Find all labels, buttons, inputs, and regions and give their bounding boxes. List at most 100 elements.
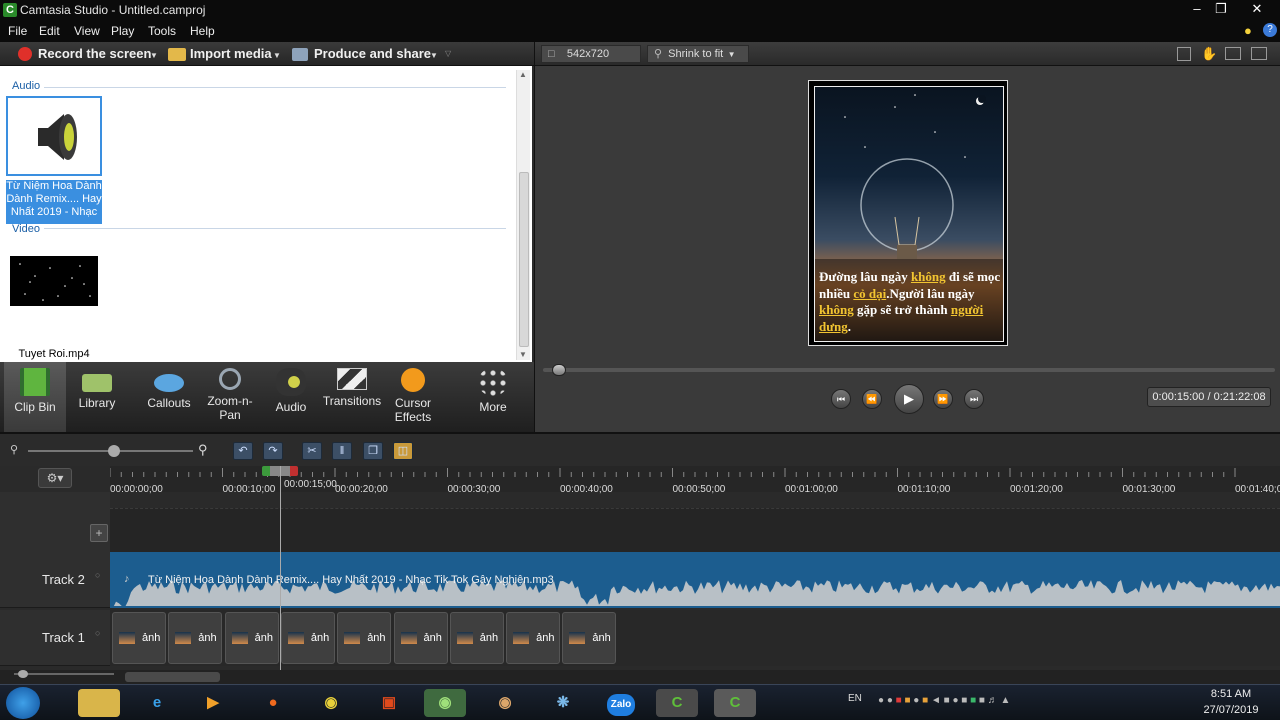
cut-icon[interactable]: ✂ [302,442,322,460]
media-player-icon[interactable]: ▶ [192,689,234,717]
menu-play[interactable]: Play [111,24,134,38]
foxit-icon[interactable]: ▣ [368,689,410,717]
produce-share-button[interactable]: Produce and share [314,46,431,61]
menu-edit[interactable]: Edit [39,24,60,38]
restore-icon[interactable]: ❐ [1206,0,1236,20]
chrome-icon[interactable]: ◉ [310,689,352,717]
import-media-button[interactable]: Import media [190,46,272,61]
close-icon[interactable]: ✕ [1242,0,1272,20]
menu-tools[interactable]: Tools [148,24,176,38]
tab-callouts[interactable]: Callouts [138,362,200,432]
menu-help[interactable]: Help [190,24,215,38]
zoom-in-icon[interactable]: ⚲ [198,442,208,458]
tab-cursor-effects[interactable]: Cursor Effects [382,362,444,432]
firefox-icon[interactable]: ● [252,689,294,717]
scrollbar-thumb[interactable] [519,172,529,347]
play-icon[interactable]: ▶ [894,384,924,414]
timeline-settings-gear-icon[interactable]: ⚙▾ [38,468,72,488]
video-clip[interactable]: ảnh [280,612,335,664]
app-icon[interactable]: ❋ [542,689,584,717]
tab-transitions[interactable]: Transitions [321,362,383,432]
clock-date[interactable]: 27/07/2019 [1196,704,1266,716]
undo-icon[interactable]: ↶ [233,442,253,460]
video-clip[interactable]: ảnh [562,612,617,664]
video-clip[interactable]: ảnh [449,612,504,664]
clip-thumbnail [119,632,135,644]
preview-seekbar[interactable] [543,364,1275,376]
tab-zoom-n-pan[interactable]: Zoom-n-Pan [199,362,261,432]
snow-thumbnail [19,263,91,301]
track-1-label[interactable]: Track 1 ○ [0,610,110,666]
file-explorer-icon[interactable] [78,689,120,717]
video-clip-name: Tuyet Roi.mp4 [18,348,90,360]
internet-explorer-icon[interactable]: e [136,689,178,717]
audio-clip[interactable]: ♪ Từ Niệm Hoa Dành Dành Remix.... Hay Nh… [110,552,1280,608]
chevron-down-icon[interactable]: ▼ [273,51,281,60]
timeline-scroll-dot[interactable] [18,670,28,678]
video-clip[interactable]: ảnh [224,612,279,664]
chevron-down-icon[interactable]: ▼ [430,51,438,60]
video-clip[interactable]: ảnh [337,612,392,664]
timeline-scroll-thumb[interactable] [125,672,220,682]
scroll-up-icon[interactable]: ▲ [519,70,527,79]
paint-icon[interactable]: ◉ [484,689,526,717]
zoom-out-icon[interactable]: ⚲ [10,443,18,456]
video-clip-item[interactable]: Tuyet Roi.mp4 [6,252,102,360]
help-icon[interactable]: ? [1263,23,1277,37]
zoom-dropdown[interactable]: ⚲ Shrink to fit ▼ [647,45,749,63]
lock-icon[interactable]: ○ [95,570,100,580]
ruler-tick-label: 00:00:10;00 [222,484,276,495]
fullscreen-icon[interactable] [1251,47,1267,60]
zalo-icon[interactable]: Zalo [600,689,642,717]
fast-forward-icon[interactable]: ⏩ [933,389,953,409]
start-icon[interactable] [6,687,40,719]
audio-clip-item[interactable]: Từ Niệm Hoa Dành Dành Remix.... Hay Nhất… [6,96,102,226]
chevron-down-icon[interactable]: ▼ [150,51,158,60]
zoom-slider-thumb[interactable] [108,445,120,457]
video-clip[interactable]: ảnh [506,612,561,664]
language-indicator[interactable]: EN [848,693,862,704]
camtasia-recorder-icon[interactable]: C [714,689,756,717]
tray-icons[interactable]: ● ● ■ ■ ● ■ ◄ ■ ● ■ ■ ■ ♬ ▲ [878,695,1010,706]
clip-thumbnail [569,632,586,644]
skip-start-icon[interactable]: ⏮ [831,389,851,409]
video-clip[interactable]: ảnh [112,612,166,664]
track-2-label[interactable]: Track 2 ○ [0,552,110,608]
coccoc-icon[interactable]: ◉ [424,689,466,717]
scroll-down-icon[interactable]: ▼ [519,350,527,359]
menu-view[interactable]: View [74,24,100,38]
menu-file[interactable]: File [8,24,27,38]
add-track-icon[interactable]: + [90,524,108,542]
tab-audio[interactable]: Audio [260,362,322,432]
rewind-icon[interactable]: ⏪ [862,389,882,409]
timeline-scrollbar[interactable] [0,670,1280,684]
fit-icon[interactable] [1225,47,1241,60]
skip-end-icon[interactable]: ⏭ [964,389,984,409]
ruler-tick-label: 00:01:10;00 [897,484,951,495]
lightbulb-icon[interactable]: ● [1244,23,1256,38]
tab-library[interactable]: Library [66,362,128,432]
seek-thumb[interactable] [551,364,566,376]
tab-more[interactable]: More [462,362,524,432]
paste-icon[interactable]: ◫ [393,442,413,460]
split-icon[interactable]: ‖ [332,442,352,460]
clipbin-scrollbar[interactable]: ▲ ▼ [516,70,530,360]
dimensions-dropdown[interactable]: □ 542x720 [541,45,641,63]
copy-icon[interactable]: ❐ [363,442,383,460]
tab-clip-bin[interactable]: Clip Bin [4,362,66,432]
camtasia-icon[interactable]: C [656,689,698,717]
playhead-line[interactable] [280,466,281,696]
empty-track[interactable] [110,508,1280,552]
video-clip[interactable]: ảnh [393,612,448,664]
preview-canvas[interactable]: Đường lâu ngày không đi sẽ mọc nhiều cỏ … [808,80,1008,346]
crop-icon[interactable] [1177,47,1191,61]
redo-icon[interactable]: ↷ [263,442,283,460]
record-screen-button[interactable]: Record the screen [38,46,151,61]
clip-label: ảnh [367,632,386,644]
clip-thumbnail [456,632,473,644]
video-clip[interactable]: ảnh [168,612,223,664]
lock-icon[interactable]: ○ [95,628,100,638]
hand-icon[interactable]: ✋ [1201,46,1217,62]
overflow-chevron-icon[interactable]: ▽ [445,49,451,58]
clock-time[interactable]: 8:51 AM [1196,688,1266,700]
